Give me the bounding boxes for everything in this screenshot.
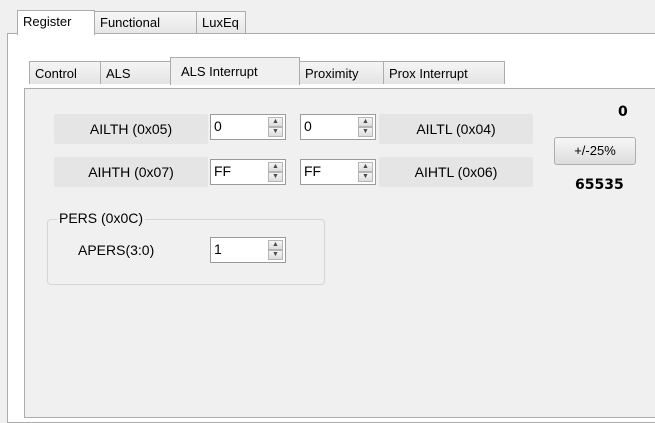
pers-group-title: PERS (0x0C): [57, 210, 146, 226]
ailth-value[interactable]: 0: [214, 118, 222, 134]
ailth-label: AILTH (0x05): [54, 114, 208, 144]
ailtl-spinner-buttons[interactable]: ▲ ▼: [358, 117, 373, 137]
apers-label: APERS(3:0): [78, 242, 155, 258]
low-threshold-value: 0: [618, 104, 628, 120]
ailtl-value[interactable]: 0: [304, 118, 312, 134]
tab-control[interactable]: Control: [29, 61, 101, 84]
aihth-decrement-button[interactable]: ▼: [268, 172, 283, 182]
apers-increment-button[interactable]: ▲: [268, 240, 283, 250]
tab-functional[interactable]: Functional: [94, 11, 197, 33]
aihtl-label: AIHTL (0x06): [379, 157, 533, 187]
apers-spinner[interactable]: 1 ▲ ▼: [210, 237, 286, 263]
ailtl-decrement-button[interactable]: ▼: [358, 127, 373, 137]
high-threshold-value: 65535: [575, 177, 624, 193]
aihth-increment-button[interactable]: ▲: [268, 162, 283, 172]
tab-als-interrupt[interactable]: ALS Interrupt: [170, 57, 300, 85]
ailth-spinner[interactable]: 0 ▲ ▼: [210, 114, 286, 140]
tab-proximity[interactable]: Proximity: [299, 61, 384, 84]
ailth-spinner-buttons[interactable]: ▲ ▼: [268, 117, 283, 137]
ailtl-increment-button[interactable]: ▲: [358, 117, 373, 127]
tab-als[interactable]: ALS: [100, 61, 172, 84]
tab-luxeq[interactable]: LuxEq: [196, 11, 246, 33]
aihtl-increment-button[interactable]: ▲: [358, 162, 373, 172]
aihtl-decrement-button[interactable]: ▼: [358, 172, 373, 182]
tab-prox-interrupt[interactable]: Prox Interrupt: [383, 61, 505, 84]
apers-decrement-button[interactable]: ▼: [268, 250, 283, 260]
ailtl-spinner[interactable]: 0 ▲ ▼: [300, 114, 376, 140]
ailth-increment-button[interactable]: ▲: [268, 117, 283, 127]
aihth-value[interactable]: FF: [214, 163, 231, 179]
apers-spinner-buttons[interactable]: ▲ ▼: [268, 240, 283, 260]
aihth-spinner-buttons[interactable]: ▲ ▼: [268, 162, 283, 182]
aihtl-value[interactable]: FF: [304, 163, 321, 179]
ailth-decrement-button[interactable]: ▼: [268, 127, 283, 137]
aihtl-spinner[interactable]: FF ▲ ▼: [300, 159, 376, 185]
tab-register[interactable]: Register: [17, 10, 95, 35]
apers-value[interactable]: 1: [214, 241, 222, 257]
aihth-label: AIHTH (0x07): [54, 157, 208, 187]
ailtl-label: AILTL (0x04): [379, 114, 533, 144]
aihth-spinner[interactable]: FF ▲ ▼: [210, 159, 286, 185]
range-25-button[interactable]: +/-25%: [554, 137, 636, 165]
aihtl-spinner-buttons[interactable]: ▲ ▼: [358, 162, 373, 182]
